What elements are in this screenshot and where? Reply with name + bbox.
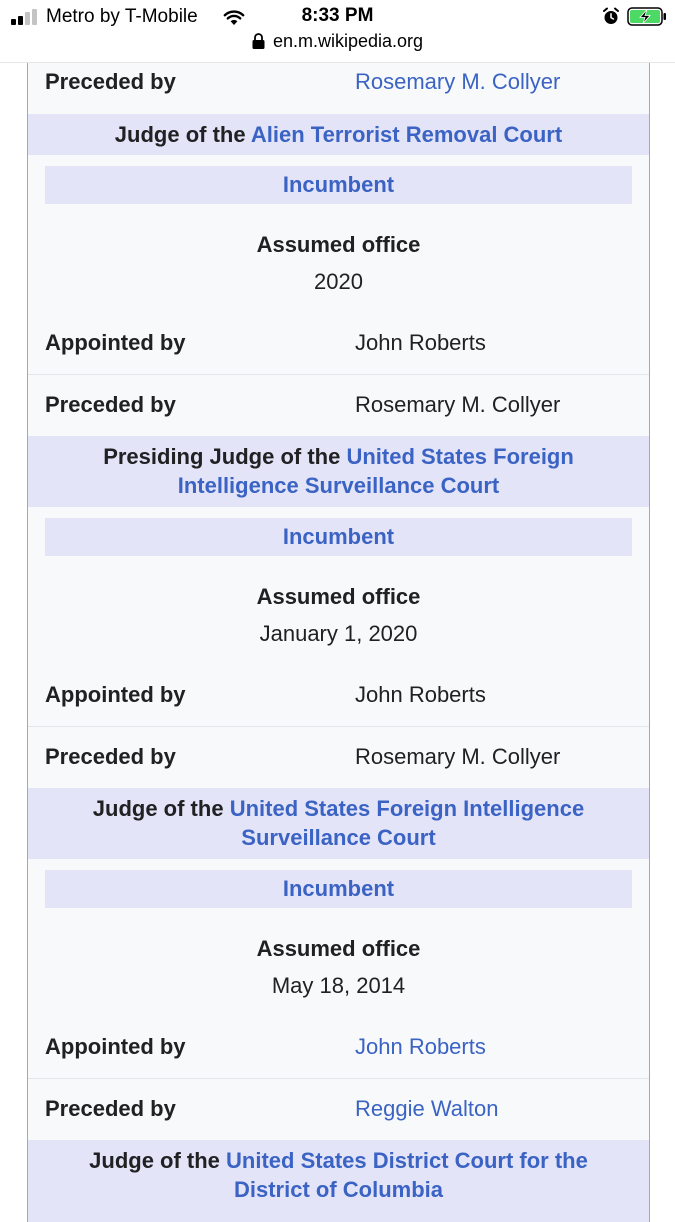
- preceded-by-label: Preceded by: [45, 1096, 176, 1121]
- assumed-office-label: Assumed office: [256, 584, 421, 609]
- assumed-office-value: 2020: [314, 269, 363, 294]
- header-prefix: Judge of the: [89, 1148, 220, 1173]
- alarm-clock-icon: [603, 7, 619, 24]
- assumed-office-value: May 18, 2014: [271, 973, 406, 998]
- preceded-by-link[interactable]: Reggie Walton: [355, 1096, 498, 1122]
- status-bar: Metro by T-Mobile 8:33 PM en.m.wikipedia…: [0, 0, 675, 63]
- section-header-district-court: Judge of the United States District Cour…: [28, 1140, 649, 1222]
- appointed-by-label: Appointed by: [45, 1034, 186, 1059]
- battery-charging-icon: [627, 7, 666, 26]
- url-text: en.m.wikipedia.org: [272, 31, 424, 51]
- preceded-by-value: Rosemary M. Collyer: [355, 392, 561, 417]
- incumbent-badge[interactable]: Incumbent: [45, 518, 632, 556]
- fisc-link-line1[interactable]: United States Foreign Intelligence: [230, 796, 585, 821]
- incumbent-badge[interactable]: Incumbent: [45, 870, 632, 908]
- incumbent-badge[interactable]: Incumbent: [45, 166, 632, 204]
- district-court-link-line1[interactable]: United States District Court for the: [226, 1148, 588, 1173]
- assumed-office-label: Assumed office: [256, 936, 421, 961]
- section-header-alien-terrorist-removal-court: Judge of the Alien Terrorist Removal Cou…: [28, 114, 649, 155]
- appointed-by-label: Appointed by: [45, 682, 186, 707]
- fisc-link-line2[interactable]: Intelligence Surveillance Court: [178, 473, 500, 498]
- alien-terrorist-removal-court-link[interactable]: Alien Terrorist Removal Court: [251, 122, 562, 147]
- district-court-link-line2[interactable]: District of Columbia: [234, 1177, 443, 1202]
- appointed-by-link[interactable]: John Roberts: [355, 1034, 486, 1060]
- row-divider: [28, 726, 649, 727]
- appointed-by-value: John Roberts: [355, 330, 486, 355]
- preceded-by-link[interactable]: Rosemary M. Collyer: [355, 69, 560, 95]
- preceded-by-value: Rosemary M. Collyer: [355, 744, 561, 769]
- section-header-presiding-judge-fisc: Presiding Judge of the United States For…: [28, 436, 649, 507]
- preceded-by-label: Preceded by: [45, 69, 176, 94]
- header-prefix: Presiding Judge of the: [103, 444, 341, 469]
- header-prefix: Judge of the: [92, 796, 224, 821]
- appointed-by-value: John Roberts: [355, 682, 486, 707]
- section-header-judge-fisc: Judge of the United States Foreign Intel…: [28, 788, 649, 859]
- appointed-by-label: Appointed by: [45, 330, 186, 355]
- preceded-by-label: Preceded by: [45, 744, 176, 769]
- status-time: 8:33 PM: [301, 5, 374, 26]
- assumed-office-value: January 1, 2020: [259, 621, 418, 646]
- preceded-by-label: Preceded by: [45, 392, 176, 417]
- fisc-link-line2[interactable]: Surveillance Court: [241, 825, 435, 850]
- infobox: Preceded by Rosemary M. Collyer Judge of…: [27, 62, 650, 1222]
- address-bar[interactable]: en.m.wikipedia.org: [0, 31, 675, 52]
- fisc-link-line1[interactable]: United States Foreign: [346, 444, 573, 469]
- header-prefix: Judge of the: [114, 122, 246, 147]
- row-divider: [28, 374, 649, 375]
- lock-icon: [252, 33, 265, 49]
- assumed-office-label: Assumed office: [256, 232, 421, 257]
- row-divider: [28, 1078, 649, 1079]
